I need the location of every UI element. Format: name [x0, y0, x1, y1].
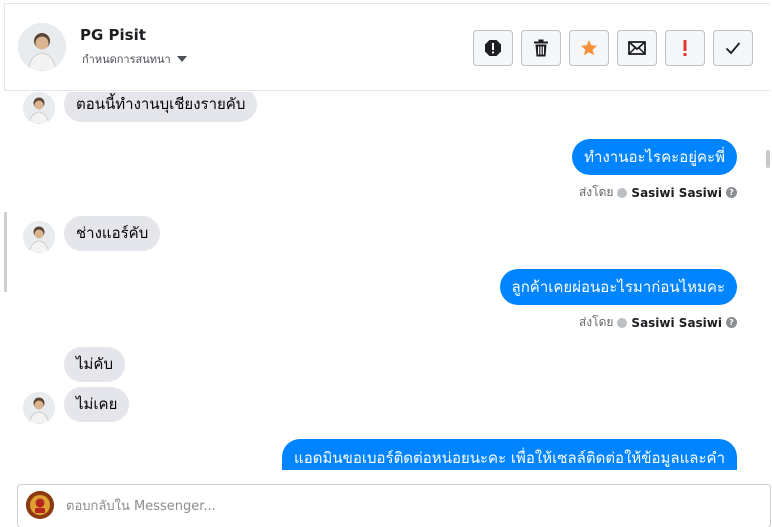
message-bubble-incoming[interactable]: ไม่คับ	[64, 347, 125, 382]
star-button[interactable]	[569, 30, 609, 66]
mark-important-button[interactable]	[665, 30, 705, 66]
sent-by-label: ส่งโดย	[578, 185, 614, 199]
left-scroll-indicator	[4, 212, 7, 292]
message-bubble-outgoing[interactable]: ลูกค้าเคยผ่อนอะไรมาก่อนไหมคะ	[499, 269, 737, 305]
help-icon[interactable]: ?	[726, 187, 737, 198]
contact-avatar[interactable]	[18, 23, 66, 71]
chevron-down-icon	[176, 56, 187, 62]
message-thread[interactable]: ตอนนี้ทำงานบุเชียงรายคับ ทำงานอะไรคะอยู่…	[4, 92, 770, 470]
reply-input[interactable]	[66, 485, 756, 527]
delete-icon	[534, 39, 548, 57]
sent-by-info: ส่งโดย Sasiwi Sasiwi ?	[579, 183, 737, 202]
thread-scrollbar[interactable]	[766, 150, 770, 168]
help-icon[interactable]: ?	[726, 317, 737, 328]
message-bubble-outgoing[interactable]: แอดมินขอเบอร์ติดต่อหน่อยนะคะ เพื่อให้เซล…	[282, 439, 737, 470]
mark-unread-button[interactable]	[617, 30, 657, 66]
sender-name: Sasiwi Sasiwi	[631, 315, 722, 330]
done-icon	[725, 42, 741, 55]
mark-done-button[interactable]	[713, 30, 753, 66]
contact-avatar-small	[23, 221, 55, 253]
contact-avatar-small	[23, 92, 55, 124]
message-bubble-incoming[interactable]: ช่างแอร์คับ	[64, 216, 161, 251]
check-circle-icon	[617, 317, 628, 328]
mark-spam-button[interactable]	[473, 30, 513, 66]
delete-button[interactable]	[521, 30, 561, 66]
contact-name: PG Pisit	[80, 26, 146, 44]
reply-composer	[17, 484, 771, 527]
conversation-toolbar	[473, 30, 753, 66]
sender-name: Sasiwi Sasiwi	[631, 185, 722, 200]
conversation-schedule-dropdown[interactable]: กำหนดการสนทนา	[82, 50, 187, 68]
message-bubble-incoming[interactable]: ไม่เคย	[64, 387, 130, 422]
sent-by-label: ส่งโดย	[578, 315, 614, 329]
sent-by-info: ส่งโดย Sasiwi Sasiwi ?	[579, 313, 737, 332]
schedule-label: กำหนดการสนทนา	[82, 53, 171, 66]
important-icon	[683, 40, 687, 56]
contact-avatar-small	[23, 392, 55, 424]
page-avatar	[26, 491, 54, 519]
mail-icon	[628, 41, 646, 55]
check-circle-icon	[617, 187, 628, 198]
spam-icon	[485, 40, 501, 56]
star-icon	[581, 40, 597, 56]
message-bubble-incoming[interactable]: ตอนนี้ทำงานบุเชียงรายคับ	[64, 92, 258, 122]
conversation-header: PG Pisit กำหนดการสนทนา	[4, 3, 770, 91]
message-bubble-outgoing[interactable]: ทำงานอะไรคะอยู่คะพี่	[572, 139, 737, 175]
